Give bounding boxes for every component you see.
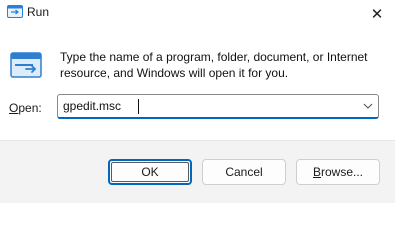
text-caret	[138, 99, 139, 114]
ok-label: OK	[141, 165, 159, 179]
browse-button[interactable]: Browse...	[296, 159, 380, 185]
open-input[interactable]	[58, 95, 359, 117]
run-dialog-icon	[10, 50, 42, 82]
cancel-label: Cancel	[225, 165, 263, 179]
browse-label: Browse...	[312, 165, 364, 179]
close-icon: ✕	[370, 5, 384, 23]
open-label: Open:	[9, 101, 42, 115]
open-combobox[interactable]	[57, 94, 379, 119]
window-title: Run	[27, 5, 50, 19]
cancel-button[interactable]: Cancel	[202, 159, 286, 185]
dialog-footer: OK Cancel Browse...	[0, 140, 395, 203]
ok-button[interactable]: OK	[108, 159, 192, 185]
title-bar: Run ✕	[0, 0, 395, 28]
dialog-description: Type the name of a program, folder, docu…	[60, 50, 368, 80]
close-button[interactable]: ✕	[359, 0, 395, 28]
chevron-down-icon	[363, 103, 373, 109]
run-app-icon	[7, 5, 23, 19]
dropdown-button[interactable]	[358, 95, 378, 117]
